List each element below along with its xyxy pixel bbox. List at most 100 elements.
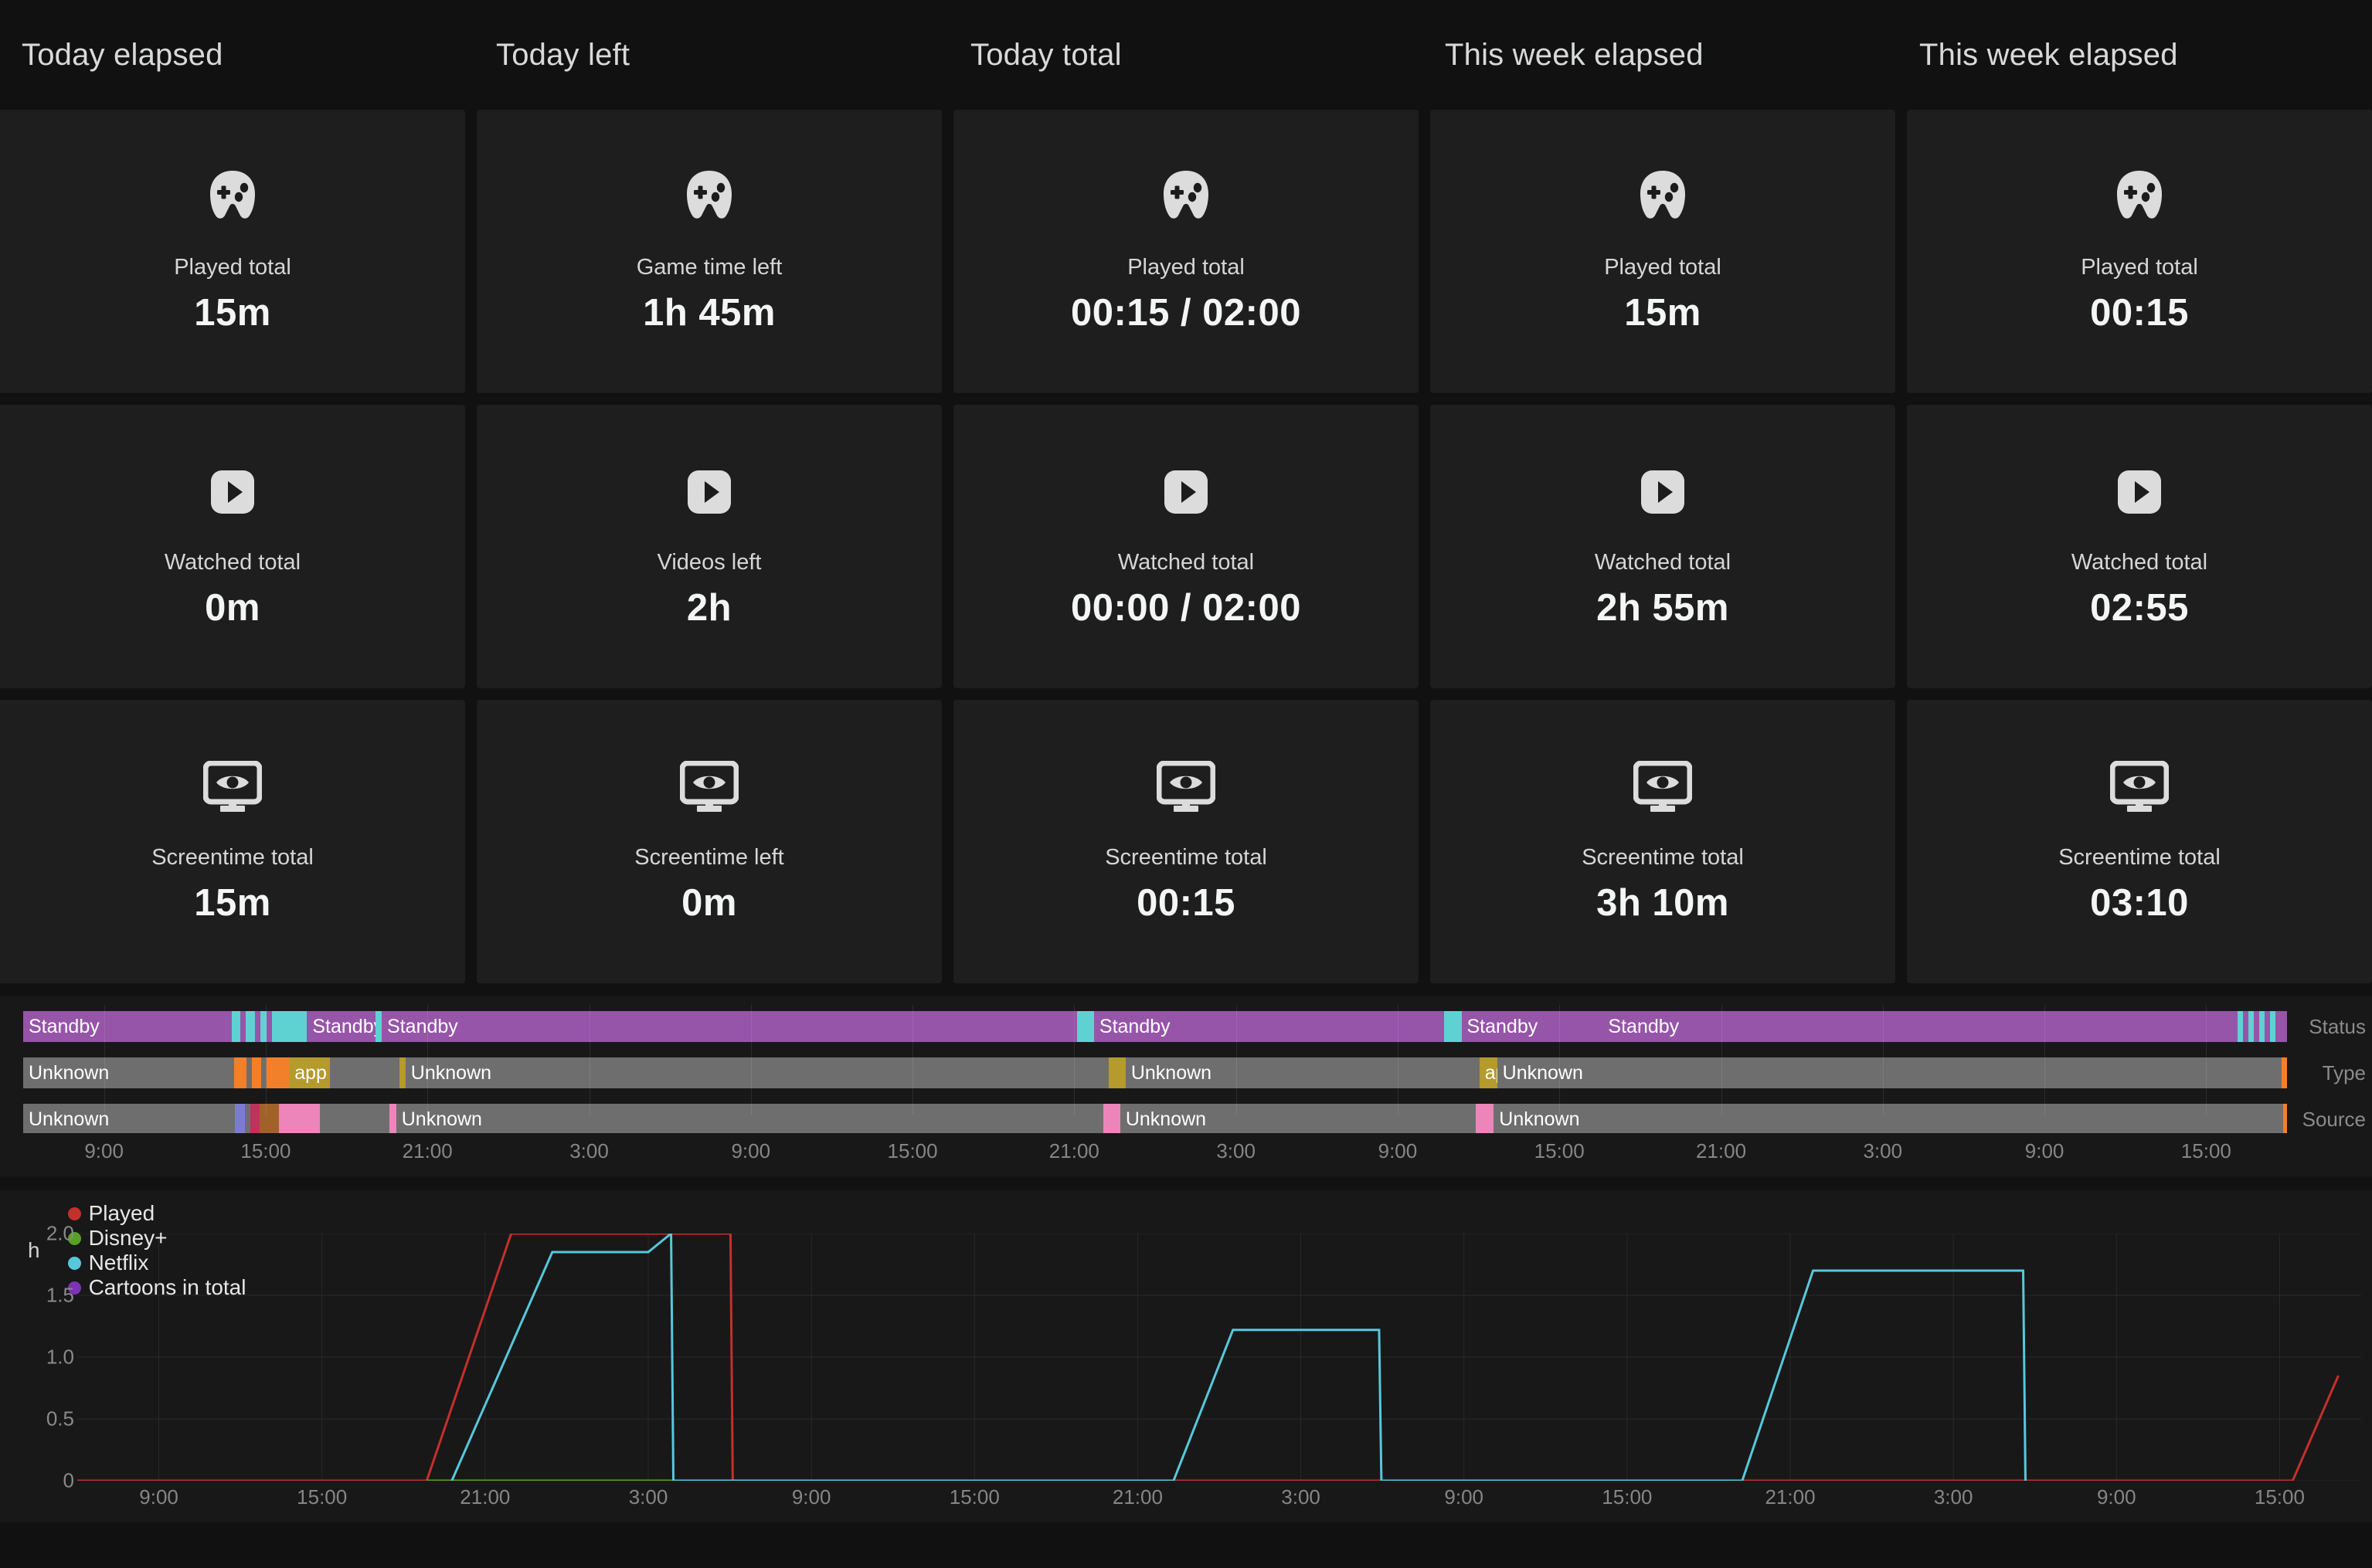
timeline-segment[interactable]: Unknown bbox=[1497, 1057, 2282, 1088]
gamepad-icon bbox=[1634, 168, 1691, 226]
gamepad-icon bbox=[681, 169, 738, 225]
time-tick: 3:00 bbox=[569, 1139, 609, 1163]
timeline-segment[interactable] bbox=[255, 1011, 260, 1042]
stat-label: Screentime total bbox=[2058, 845, 2221, 871]
stat-card[interactable]: Played total00:15 / 02:00 bbox=[953, 110, 1419, 393]
timeline-segment[interactable] bbox=[245, 1104, 250, 1135]
timeline-segment[interactable] bbox=[1476, 1104, 1494, 1135]
timeline-segment[interactable] bbox=[2275, 1011, 2287, 1042]
stat-card[interactable]: Screentime total03:10 bbox=[1907, 700, 2372, 983]
timeline-segment[interactable]: Standby bbox=[1462, 1011, 1603, 1042]
timeline-segment[interactable]: Standby bbox=[307, 1011, 376, 1042]
section-header-3: This week elapsed bbox=[1423, 0, 1898, 110]
timeline-segment[interactable] bbox=[240, 1011, 246, 1042]
monitor-eye-icon bbox=[680, 761, 739, 813]
stat-card[interactable]: Watched total02:55 bbox=[1907, 405, 2372, 688]
y-axis-tick: 1.0 bbox=[46, 1346, 74, 1369]
timeline-segment[interactable] bbox=[389, 1104, 396, 1135]
chart-area: 00.51.01.52.0 9:0015:0021:003:009:0015:0… bbox=[0, 1234, 2372, 1522]
timeline-row-status[interactable]: StandbyStandbyStandbyStandbyStandbyStand… bbox=[23, 1011, 2287, 1042]
timeline-segment[interactable]: app bbox=[1480, 1057, 1497, 1088]
timeline-segment[interactable]: Standby bbox=[1094, 1011, 1444, 1042]
stat-card[interactable]: Videos left2h bbox=[477, 405, 942, 688]
time-tick: 9:00 bbox=[2025, 1139, 2064, 1163]
stat-card[interactable]: Screentime total00:15 bbox=[953, 700, 1419, 983]
stat-label: Watched total bbox=[165, 550, 301, 575]
stat-card[interactable]: Played total00:15 bbox=[1907, 110, 2372, 393]
stat-card[interactable]: Watched total00:00 / 02:00 bbox=[953, 405, 1419, 688]
timeline-segment[interactable]: Standby bbox=[1602, 1011, 1867, 1042]
stat-label: Screentime total bbox=[151, 845, 314, 871]
stat-card[interactable]: Screentime total 15m bbox=[0, 700, 465, 983]
timeline-segment[interactable] bbox=[2243, 1011, 2248, 1042]
timeline-segment[interactable]: Unknown bbox=[1120, 1104, 1476, 1135]
timeline-segment[interactable] bbox=[2282, 1057, 2287, 1088]
stat-value: 15m bbox=[194, 881, 271, 925]
time-tick: 15:00 bbox=[888, 1139, 938, 1163]
stat-card[interactable]: Played total15m bbox=[1430, 110, 1895, 393]
timeline-segment[interactable] bbox=[1077, 1011, 1094, 1042]
stat-card[interactable]: Game time left1h 45m bbox=[477, 110, 942, 393]
y-axis-tick: 2.0 bbox=[46, 1222, 74, 1246]
status-timeline-panel[interactable]: StandbyStandbyStandbyStandbyStandbyStand… bbox=[0, 996, 2372, 1133]
time-tick: 21:00 bbox=[1696, 1139, 1746, 1163]
timeline-segment[interactable] bbox=[2283, 1104, 2287, 1135]
timeline-segment[interactable] bbox=[232, 1011, 240, 1042]
timeline-segment[interactable] bbox=[267, 1011, 272, 1042]
play-icon bbox=[1639, 468, 1687, 516]
timeline-segment[interactable] bbox=[2270, 1011, 2275, 1042]
stat-card[interactable]: Screentime total3h 10m bbox=[1430, 700, 1895, 983]
timeline-segment[interactable]: Unknown bbox=[23, 1104, 235, 1135]
timeline-row-source[interactable]: Unknown Unknown Unknown Unknown bbox=[23, 1104, 2287, 1135]
timeline-segment[interactable]: Unknown bbox=[1126, 1057, 1480, 1088]
timeline-segment[interactable] bbox=[376, 1011, 382, 1042]
gamepad-icon bbox=[204, 168, 261, 226]
timeline-segment[interactable] bbox=[1444, 1011, 1462, 1042]
stat-value: 2h 55m bbox=[1596, 586, 1729, 630]
timeline-segment[interactable] bbox=[2254, 1011, 2259, 1042]
timeline-segment[interactable] bbox=[252, 1057, 261, 1088]
timeline-segment[interactable]: Unknown bbox=[406, 1057, 1109, 1088]
timeline-segment[interactable] bbox=[260, 1104, 279, 1135]
timeline-segment[interactable] bbox=[246, 1057, 252, 1088]
timeline-segment[interactable] bbox=[2238, 1011, 2243, 1042]
timeline-segment[interactable] bbox=[2265, 1011, 2270, 1042]
y-axis-tick: 1.5 bbox=[46, 1284, 74, 1308]
timeline-segment[interactable] bbox=[234, 1057, 246, 1088]
timeline-segment[interactable]: app bbox=[289, 1057, 330, 1088]
timeline-segment[interactable]: Unknown bbox=[1494, 1104, 2282, 1135]
timeline-gridline bbox=[266, 1005, 267, 1115]
timeline-segment[interactable] bbox=[1109, 1057, 1126, 1088]
stat-label: Played total bbox=[1604, 255, 1721, 280]
timeline-segment[interactable]: Unknown bbox=[396, 1104, 1103, 1135]
monitor-eye-icon bbox=[1633, 759, 1692, 816]
timeline-row-type[interactable]: UnknownappUnknownUnknownappUnknown bbox=[23, 1057, 2287, 1088]
timeline-segment[interactable] bbox=[1867, 1011, 2238, 1042]
timeline-segment[interactable] bbox=[250, 1104, 260, 1135]
timeline-segment[interactable]: Unknown bbox=[23, 1057, 234, 1088]
timeline-segment[interactable]: Standby bbox=[23, 1011, 232, 1042]
stat-card[interactable]: Screentime left0m bbox=[477, 700, 942, 983]
timeline-segment[interactable] bbox=[330, 1057, 399, 1088]
stat-label: Played total bbox=[174, 255, 291, 280]
timeline-segment[interactable] bbox=[320, 1104, 389, 1135]
chart-plot[interactable] bbox=[77, 1234, 2361, 1481]
timeline-segment[interactable] bbox=[279, 1104, 320, 1135]
legend-item[interactable]: Played bbox=[68, 1201, 246, 1226]
usage-line-chart-panel[interactable]: h PlayedDisney+NetflixCartoons in total … bbox=[0, 1190, 2372, 1522]
stat-card[interactable]: Watched total2h 55m bbox=[1430, 405, 1895, 688]
stat-card[interactable]: Played total15m bbox=[0, 110, 465, 393]
timeline-segment[interactable] bbox=[246, 1011, 255, 1042]
timeline-segment[interactable] bbox=[2259, 1011, 2265, 1042]
timeline-segment[interactable] bbox=[267, 1057, 289, 1088]
time-tick: 15:00 bbox=[240, 1139, 291, 1163]
timeline-segment[interactable] bbox=[235, 1104, 244, 1135]
timeline-segment[interactable] bbox=[2248, 1011, 2254, 1042]
timeline-segment[interactable] bbox=[1103, 1104, 1120, 1135]
timeline-segment[interactable] bbox=[272, 1011, 307, 1042]
gamepad-icon bbox=[2111, 169, 2168, 225]
time-tick: 21:00 bbox=[403, 1139, 453, 1163]
stat-card[interactable]: Watched total0m bbox=[0, 405, 465, 688]
timeline-segment[interactable] bbox=[399, 1057, 406, 1088]
timeline-segment[interactable]: Standby bbox=[382, 1011, 1077, 1042]
